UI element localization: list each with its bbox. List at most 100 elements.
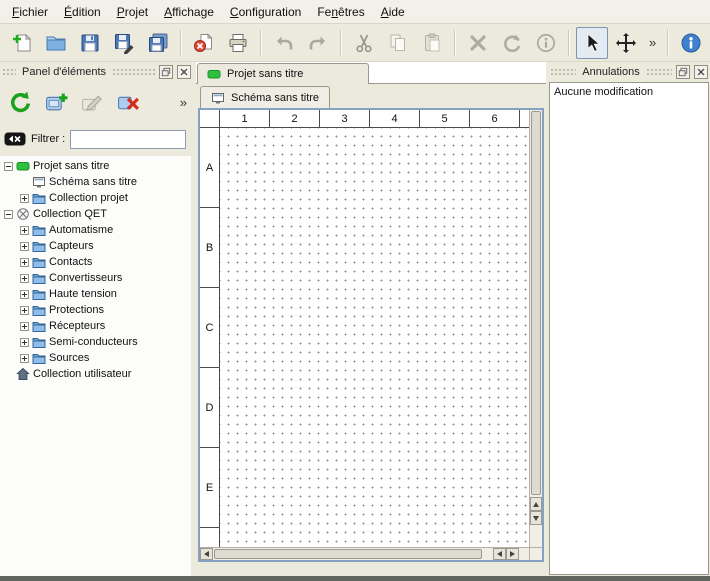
- tree-item[interactable]: Convertisseurs: [0, 270, 191, 286]
- float-button[interactable]: [159, 65, 173, 79]
- scroll-left-button-2[interactable]: [493, 548, 506, 560]
- expand-toggle[interactable]: [20, 354, 29, 363]
- tree-item-label: Capteurs: [49, 240, 94, 252]
- project-tab[interactable]: Projet sans titre: [197, 63, 369, 84]
- rotate-button[interactable]: [496, 27, 528, 59]
- undo-panel-titlebar[interactable]: Annulations: [550, 64, 708, 80]
- diagram-canvas[interactable]: [220, 128, 529, 547]
- column-header-cell: 4: [370, 110, 420, 128]
- reload-collections-button[interactable]: [4, 86, 37, 119]
- menu-item-configuration[interactable]: Configuration: [222, 2, 309, 22]
- paste-button[interactable]: [416, 27, 448, 59]
- expand-toggle[interactable]: [20, 194, 29, 203]
- menu-item-dition[interactable]: Édition: [56, 2, 109, 22]
- column-header-cell: 6: [470, 110, 520, 128]
- column-header-filler: [520, 110, 529, 128]
- elements-panel-overflow-button[interactable]: »: [175, 95, 189, 110]
- tree-item[interactable]: Collection projet: [0, 190, 191, 206]
- close-file-button[interactable]: [188, 27, 220, 59]
- expand-toggle[interactable]: [20, 226, 29, 235]
- save-button[interactable]: [74, 27, 106, 59]
- tree-item-label: Collection projet: [49, 192, 128, 204]
- filter-input[interactable]: [70, 130, 186, 149]
- selection-mode-button[interactable]: [576, 27, 608, 59]
- save-all-button[interactable]: [142, 27, 174, 59]
- scroll-right-button[interactable]: [506, 548, 519, 560]
- tree-item[interactable]: Projet sans titre: [0, 158, 191, 174]
- cut-button[interactable]: [348, 27, 380, 59]
- open-folder-icon: [45, 32, 67, 54]
- expand-toggle[interactable]: [20, 258, 29, 267]
- undo-button[interactable]: [268, 27, 300, 59]
- tree-item[interactable]: Schéma sans titre: [0, 174, 191, 190]
- elements-panel-titlebar[interactable]: Panel d'éléments: [2, 64, 191, 80]
- undo-icon: [273, 32, 295, 54]
- close-button[interactable]: [694, 65, 708, 79]
- tree-item[interactable]: Capteurs: [0, 238, 191, 254]
- diagram-view: 123456 ABCDE: [198, 108, 544, 562]
- schema-icon: [32, 175, 46, 189]
- delete-button[interactable]: [462, 27, 494, 59]
- schema-tab[interactable]: Schéma sans titre: [200, 86, 330, 108]
- new-element-button[interactable]: [40, 86, 73, 119]
- tree-item[interactable]: Sources: [0, 350, 191, 366]
- dock-grip: [646, 67, 672, 77]
- expand-toggle[interactable]: [20, 322, 29, 331]
- tree-item[interactable]: Récepteurs: [0, 318, 191, 334]
- menu-item-affichage[interactable]: Affichage: [156, 2, 222, 22]
- folder-icon: [32, 191, 46, 205]
- redo-button[interactable]: [302, 27, 334, 59]
- row-header-cell: B: [200, 208, 220, 288]
- new-file-button[interactable]: [6, 27, 38, 59]
- horizontal-scrollbar-thumb[interactable]: [214, 549, 482, 559]
- row-header-cell: C: [200, 288, 220, 368]
- toolbar-overflow-button[interactable]: »: [644, 35, 661, 50]
- expand-toggle[interactable]: [20, 338, 29, 347]
- close-button[interactable]: [177, 65, 191, 79]
- delete-icon: [467, 32, 489, 54]
- scroll-down-button[interactable]: [530, 511, 542, 525]
- copy-button[interactable]: [382, 27, 414, 59]
- expand-toggle[interactable]: [20, 274, 29, 283]
- element-infos-button[interactable]: [530, 27, 562, 59]
- tree-item[interactable]: Haute tension: [0, 286, 191, 302]
- float-button[interactable]: [676, 65, 690, 79]
- expand-toggle[interactable]: [20, 242, 29, 251]
- undo-panel: Annulations Aucune modification: [548, 62, 710, 576]
- horizontal-scrollbar[interactable]: [200, 547, 529, 560]
- tree-item[interactable]: Semi-conducteurs: [0, 334, 191, 350]
- tree-item-label: Haute tension: [49, 288, 117, 300]
- vertical-scrollbar[interactable]: [529, 110, 542, 547]
- clear-filter-icon[interactable]: [4, 130, 26, 148]
- expand-toggle[interactable]: [20, 290, 29, 299]
- tree-item[interactable]: Protections: [0, 302, 191, 318]
- menu-item-fichier[interactable]: Fichier: [4, 2, 56, 22]
- collapse-toggle[interactable]: [4, 210, 13, 219]
- scroll-up-button[interactable]: [530, 497, 542, 511]
- tree-item[interactable]: Automatisme: [0, 222, 191, 238]
- undo-list-item[interactable]: Aucune modification: [550, 83, 708, 101]
- menu-item-fentres[interactable]: Fenêtres: [309, 2, 372, 22]
- visualisation-mode-button[interactable]: [610, 27, 642, 59]
- tree-item[interactable]: Collection QET: [0, 206, 191, 222]
- save-as-button[interactable]: [108, 27, 140, 59]
- rotate-icon: [501, 32, 523, 54]
- tree-item[interactable]: Contacts: [0, 254, 191, 270]
- collapse-toggle[interactable]: [4, 162, 13, 171]
- row-header-cell: E: [200, 448, 220, 528]
- info-gray-icon: [535, 32, 557, 54]
- about-button[interactable]: [675, 27, 707, 59]
- expand-toggle[interactable]: [20, 306, 29, 315]
- vertical-scrollbar-thumb[interactable]: [531, 111, 541, 495]
- folder-icon: [32, 319, 46, 333]
- edit-element-button[interactable]: [76, 86, 109, 119]
- open-file-button[interactable]: [40, 27, 72, 59]
- scroll-left-button[interactable]: [200, 548, 213, 560]
- print-button[interactable]: [222, 27, 254, 59]
- undo-list: Aucune modification: [549, 82, 709, 575]
- menu-item-projet[interactable]: Projet: [109, 2, 156, 22]
- menu-item-aide[interactable]: Aide: [373, 2, 413, 22]
- diagram-sheet: 123456 ABCDE: [200, 110, 529, 547]
- tree-item[interactable]: Collection utilisateur: [0, 366, 191, 382]
- delete-element-button[interactable]: [112, 86, 145, 119]
